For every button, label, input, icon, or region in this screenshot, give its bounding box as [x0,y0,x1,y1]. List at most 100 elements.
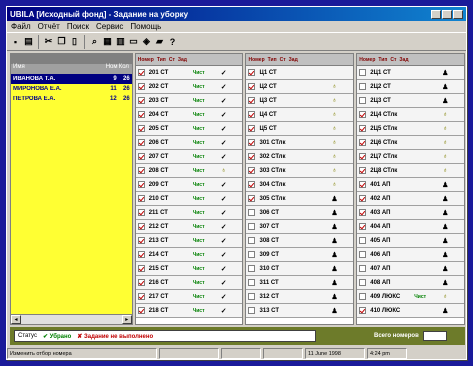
room-row[interactable]: 204 СТ Чист ✓ [135,108,243,122]
room-checkbox[interactable] [359,237,367,244]
room-row[interactable]: 408 АП ♟ [357,276,465,290]
room-row[interactable]: 2Ц1 СТ ♟ [357,66,465,80]
room-checkbox[interactable] [137,209,145,216]
room-checkbox[interactable] [137,139,145,146]
room-row[interactable]: 404 АП ♟ [357,220,465,234]
room-checkbox[interactable] [248,279,256,286]
room-checkbox[interactable] [248,111,256,118]
room-row[interactable]: 217 СТ Чист ✓ [135,290,243,304]
room-row[interactable]: 210 СТ Чист ✓ [135,192,243,206]
room-row[interactable]: 215 СТ Чист ✓ [135,262,243,276]
room-checkbox[interactable] [248,139,256,146]
close-button[interactable] [453,9,463,19]
room-row[interactable]: 214 СТ Чист ✓ [135,248,243,262]
room-row[interactable]: 207 СТ Чист ✓ [135,150,243,164]
room-checkbox[interactable] [359,125,367,132]
room-row[interactable]: 409 ЛЮКС Чист ♁ [357,290,465,304]
room-checkbox[interactable] [248,195,256,202]
copy-icon[interactable]: ❐ [56,36,67,48]
room-row[interactable]: 218 СТ Чист ✓ [135,304,243,318]
room-checkbox[interactable] [248,251,256,258]
room-checkbox[interactable] [359,139,367,146]
help-icon[interactable]: ? [167,36,178,48]
room-row[interactable]: 310 СТ ♟ [246,262,354,276]
room-row[interactable]: 2Ц5 СТлк ♁ [357,122,465,136]
paste-icon[interactable]: ▯ [69,36,80,48]
staff-col-name[interactable]: Имя [11,64,106,74]
room-row[interactable]: 311 СТ ♟ [246,276,354,290]
room-checkbox[interactable] [137,195,145,202]
monitor-icon[interactable]: ▭ [128,36,139,48]
room-row[interactable]: Ц1 СТ [246,66,354,80]
room-row[interactable]: Ц4 СТ ♁ [246,108,354,122]
room-checkbox[interactable] [248,153,256,160]
room-row[interactable]: 203 СТ Чист ✓ [135,94,243,108]
room-row[interactable]: 407 АП ♟ [357,262,465,276]
room-checkbox[interactable] [137,153,145,160]
room-checkbox[interactable] [137,223,145,230]
staff-row[interactable]: ПЕТРОВА Е.А. 12 26 [11,94,132,104]
grid-icon[interactable]: ▦ [102,36,113,48]
room-row[interactable]: 406 АП ♟ [357,248,465,262]
room-checkbox[interactable] [137,69,145,76]
print-icon[interactable]: ▤ [23,36,34,48]
room-row[interactable]: 2Ц4 СТлк ♁ [357,108,465,122]
rooms-column-header[interactable]: Номер Тип Ст Зад [246,54,354,66]
room-row[interactable]: 216 СТ Чист ✓ [135,276,243,290]
scroll-track[interactable] [21,315,122,324]
rooms-column-header[interactable]: Номер Тип Ст Зад [357,54,465,66]
room-row[interactable]: 305 СТлк ♟ [246,192,354,206]
room-row[interactable]: 302 СТлк ♁ [246,150,354,164]
room-checkbox[interactable] [248,237,256,244]
scroll-left-icon[interactable]: ◂ [11,315,21,324]
room-row[interactable]: 213 СТ Чист ✓ [135,234,243,248]
room-checkbox[interactable] [137,181,145,188]
room-checkbox[interactable] [359,265,367,272]
save-icon[interactable]: ▪ [10,36,21,48]
scroll-right-icon[interactable]: ▸ [121,315,132,324]
total-rooms-field[interactable] [422,331,447,341]
room-checkbox[interactable] [359,153,367,160]
chart-icon[interactable]: ▰ [154,36,165,48]
room-checkbox[interactable] [137,167,145,174]
rooms-column-header[interactable]: Номер Тип Ст Зад [135,54,243,66]
menu-file[interactable]: Файл [11,22,31,31]
room-checkbox[interactable] [137,265,145,272]
room-row[interactable]: 2Ц6 СТлк ♁ [357,136,465,150]
room-checkbox[interactable] [359,181,367,188]
palette-icon[interactable]: ◈ [141,36,152,48]
menu-search[interactable]: Поиск [67,22,89,31]
cut-icon[interactable]: ✂ [43,36,54,48]
menu-help[interactable]: Помощь [130,22,161,31]
room-row[interactable]: Ц5 СТ ♁ [246,122,354,136]
room-checkbox[interactable] [248,293,256,300]
menu-service[interactable]: Сервис [96,22,123,31]
room-row[interactable]: Ц3 СТ ♁ [246,94,354,108]
room-checkbox[interactable] [359,279,367,286]
room-row[interactable]: 2Ц8 СТлк ♁ [357,164,465,178]
room-checkbox[interactable] [359,293,367,300]
room-row[interactable]: 401 АП ♟ [357,178,465,192]
room-checkbox[interactable] [359,111,367,118]
room-checkbox[interactable] [359,223,367,230]
menu-report[interactable]: Отчёт [38,22,60,31]
room-checkbox[interactable] [359,307,367,314]
room-checkbox[interactable] [137,293,145,300]
room-row[interactable]: 308 СТ ♟ [246,234,354,248]
room-checkbox[interactable] [248,223,256,230]
room-checkbox[interactable] [248,307,256,314]
room-row[interactable]: 306 СТ ♟ [246,206,354,220]
room-checkbox[interactable] [137,307,145,314]
room-checkbox[interactable] [248,69,256,76]
room-checkbox[interactable] [137,125,145,132]
horizontal-scrollbar[interactable]: ◂ ▸ [11,314,132,324]
room-checkbox[interactable] [359,195,367,202]
room-checkbox[interactable] [248,97,256,104]
room-checkbox[interactable] [248,167,256,174]
room-checkbox[interactable] [359,69,367,76]
room-row[interactable]: 304 СТлк ♁ [246,178,354,192]
staff-col-count[interactable]: Кол [119,64,132,74]
room-checkbox[interactable] [248,209,256,216]
room-checkbox[interactable] [359,97,367,104]
room-row[interactable]: 211 СТ Чист ✓ [135,206,243,220]
